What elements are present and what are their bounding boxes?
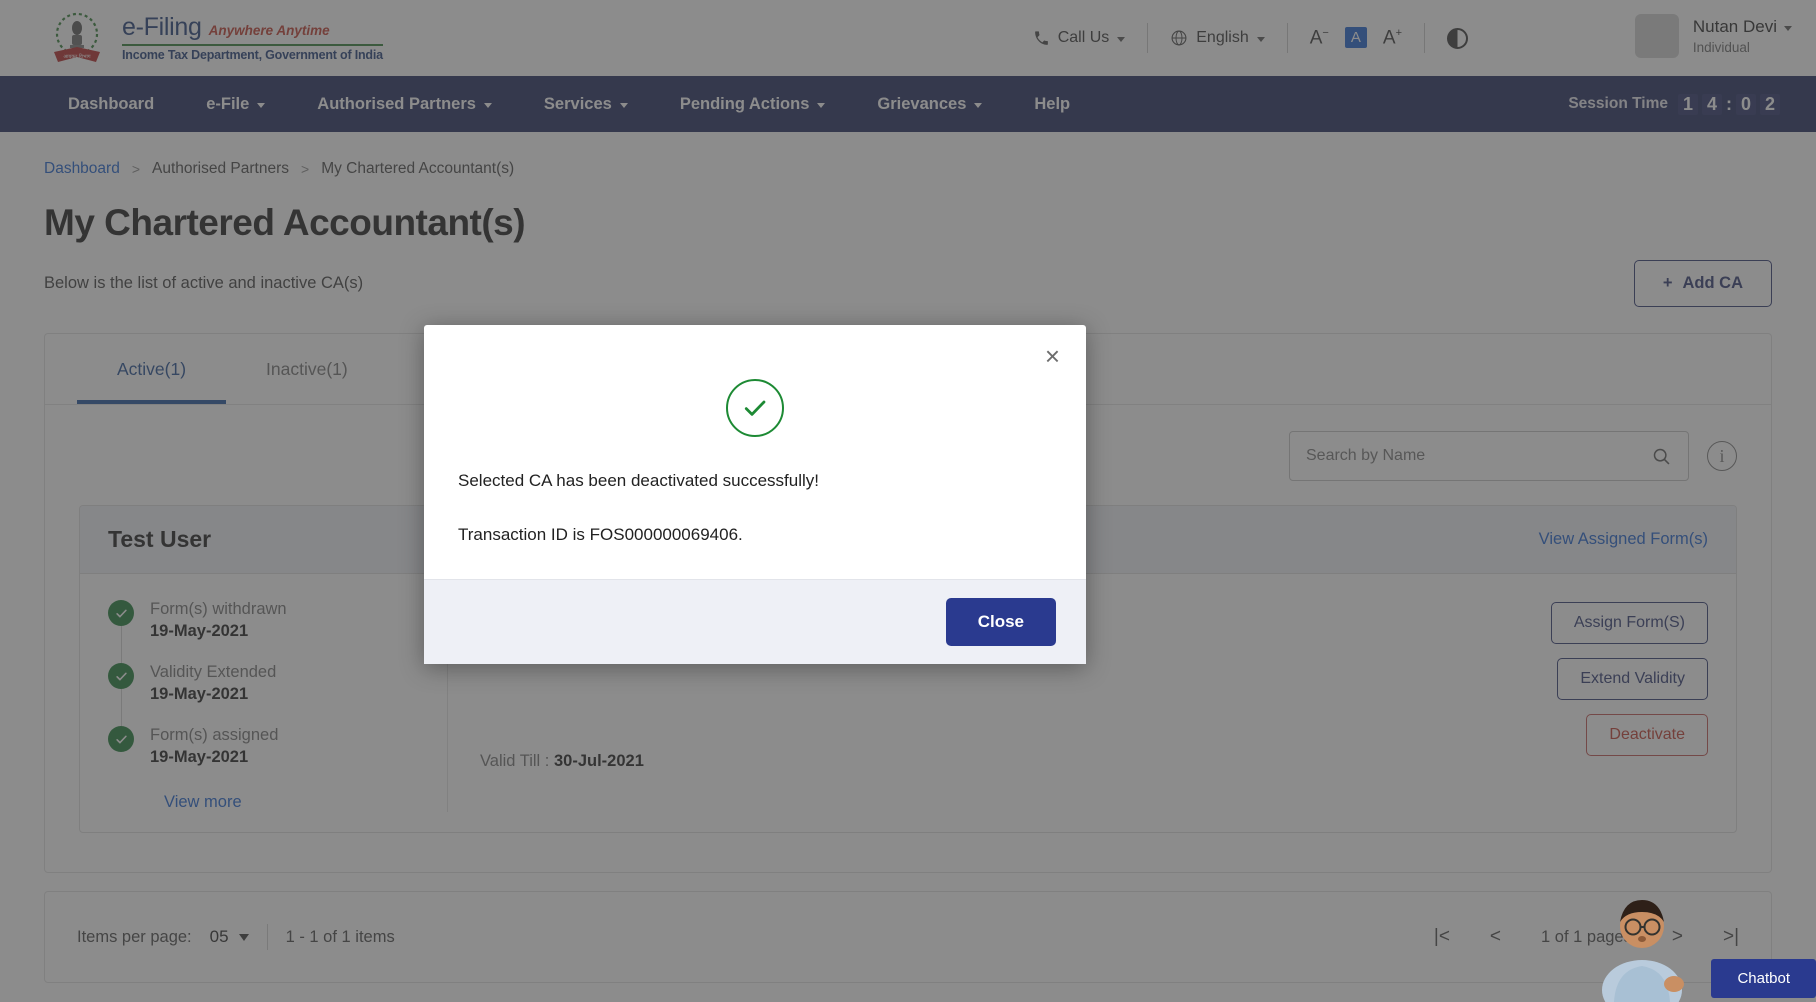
- close-icon[interactable]: ×: [1045, 343, 1060, 369]
- app-root: आयकर विभाग e-Filing Anywhere Anytime Inc…: [0, 0, 1816, 1002]
- modal-status: [454, 351, 1056, 471]
- modal-message-secondary: Transaction ID is FOS000000069406.: [454, 525, 1056, 545]
- chatbot-button[interactable]: Chatbot: [1711, 959, 1816, 998]
- modal-footer: Close: [424, 579, 1086, 664]
- success-modal: × Selected CA has been deactivated succe…: [424, 325, 1086, 664]
- chatbot-avatar-icon: [1596, 886, 1688, 1002]
- chatbot-widget[interactable]: Chatbot: [1590, 880, 1816, 1002]
- modal-close-button[interactable]: Close: [946, 598, 1056, 646]
- modal-message-primary: Selected CA has been deactivated success…: [454, 471, 1056, 491]
- modal-body: × Selected CA has been deactivated succe…: [424, 325, 1086, 579]
- success-check-icon: [726, 379, 784, 437]
